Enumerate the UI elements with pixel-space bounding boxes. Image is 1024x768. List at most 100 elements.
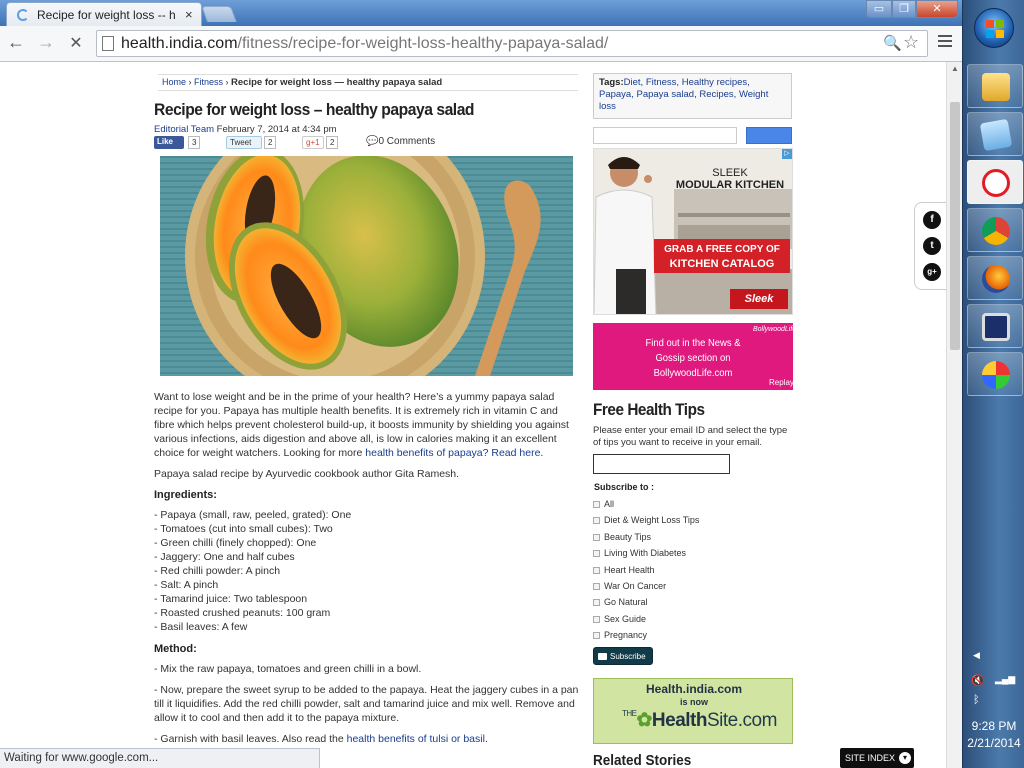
menu-icon[interactable]	[938, 35, 952, 50]
windows-start-icon[interactable]	[974, 8, 1014, 48]
author-link[interactable]: Editorial Team	[154, 124, 214, 135]
byline: Editorial Team February 7, 2014 at 4:34 …	[154, 124, 337, 135]
ingredients-heading: Ingredients:	[154, 489, 217, 501]
papaya-benefits-link[interactable]: health benefits of papaya? Read here	[365, 447, 540, 459]
option-all[interactable]: All	[593, 498, 793, 514]
checkbox[interactable]	[593, 517, 600, 525]
breadcrumb-home[interactable]: Home	[162, 77, 186, 87]
publish-date: February 7, 2014 at 4:34 pm	[214, 124, 337, 135]
envelope-icon	[598, 653, 607, 660]
file-explorer-icon[interactable]	[967, 64, 1023, 108]
scroll-thumb[interactable]	[950, 102, 960, 350]
ingredients-list: - Papaya (small, raw, peeled, grated): O…	[154, 508, 580, 634]
bluetooth-icon[interactable]: ᛒ	[973, 694, 980, 706]
method-step: - Mix the raw papaya, tomatoes and green…	[154, 663, 422, 675]
page-scrollbar[interactable]: ▲	[946, 62, 962, 768]
option-sex-guide[interactable]: Sex Guide	[593, 613, 793, 629]
checkbox[interactable]	[593, 533, 600, 541]
banner-line1: Health.india.com	[645, 682, 743, 696]
remote-desktop-icon[interactable]	[967, 304, 1023, 348]
bollywoodlife-ad[interactable]: BollywoodLife Find out in the News & Gos…	[593, 323, 796, 390]
google-plus-count: 2	[326, 136, 339, 149]
google-plus-button[interactable]: g+1	[302, 136, 324, 149]
option-pregnancy[interactable]: Pregnancy	[593, 629, 793, 645]
tags-list[interactable]: Diet, Fitness, Healthy recipes, Papaya, …	[599, 77, 768, 112]
ad-line2: MODULAR KITCHEN	[675, 179, 785, 191]
url-text[interactable]: health.india.com/fitness/recipe-for-weig…	[121, 35, 608, 53]
subscribe-label: Subscribe	[610, 652, 646, 661]
checkbox[interactable]	[593, 550, 600, 558]
back-arrow-icon[interactable]: ←	[4, 32, 28, 53]
search-button[interactable]	[746, 127, 792, 144]
breadcrumb-current: Recipe for weight loss — healthy papaya …	[231, 77, 443, 88]
bookmark-star-icon[interactable]: ☆	[903, 32, 919, 53]
checkbox[interactable]	[593, 615, 600, 623]
ingredient-item: - Green chilli (finely chopped): One	[154, 537, 317, 549]
method-end: .	[484, 733, 488, 745]
tulsi-benefits-link[interactable]: health benefits of tulsi or basil	[347, 733, 485, 745]
tags-box: Tags:Diet, Fitness, Healthy recipes, Pap…	[593, 73, 792, 119]
stop-loading-icon[interactable]: ✕	[64, 33, 88, 53]
option-label: Heart Health	[604, 564, 655, 575]
breadcrumb-fitness[interactable]: Fitness	[194, 77, 223, 87]
facebook-icon[interactable]: f	[923, 211, 941, 229]
close-window-button[interactable]: ✕	[916, 0, 958, 18]
chrome-logo-icon	[982, 217, 1010, 245]
minimize-button[interactable]: ▭	[866, 0, 892, 18]
checkbox[interactable]	[593, 599, 600, 607]
paint-icon[interactable]	[967, 352, 1023, 396]
option-cancer[interactable]: War On Cancer	[593, 580, 793, 596]
tab-close-icon[interactable]: ×	[185, 7, 193, 22]
email-field[interactable]	[593, 454, 730, 474]
logo-site: Site.com	[707, 710, 777, 731]
scroll-up-icon[interactable]: ▲	[951, 64, 959, 73]
signal-bars-icon[interactable]: ▂▄▆	[995, 674, 1015, 685]
option-diet[interactable]: Diet & Weight Loss Tips	[593, 514, 793, 530]
option-heart[interactable]: Heart Health	[593, 564, 793, 580]
option-diabetes[interactable]: Living With Diabetes	[593, 547, 793, 563]
address-bar[interactable]: health.india.com/fitness/recipe-for-weig…	[96, 30, 928, 57]
option-label: Living With Diabetes	[604, 548, 687, 559]
tray-expand-icon[interactable]: ◀	[973, 650, 980, 661]
loading-spinner-icon	[17, 9, 29, 21]
comments-link[interactable]: 💬0 Comments	[366, 136, 435, 147]
chrome-icon[interactable]	[967, 208, 1023, 252]
maximize-button[interactable]: ❐	[892, 0, 916, 18]
browser-toolbar: ← → ✕ health.india.com/fitness/recipe-fo…	[0, 26, 962, 62]
twitter-icon[interactable]: t	[923, 237, 941, 255]
forward-arrow-icon[interactable]: →	[34, 32, 58, 53]
new-tab-button[interactable]	[201, 6, 237, 22]
checkbox[interactable]	[593, 632, 600, 640]
free-health-tips-heading: Free Health Tips	[593, 400, 705, 419]
ingredient-item: - Roasted crushed peanuts: 100 gram	[154, 607, 331, 619]
leaf-icon: ✿	[636, 710, 653, 731]
tab-recipe[interactable]: Recipe for weight loss -- h ×	[6, 2, 202, 26]
option-beauty[interactable]: Beauty Tips	[593, 531, 793, 547]
subscribe-button[interactable]: Subscribe	[593, 647, 653, 665]
sleek-logo: Sleek	[730, 289, 788, 309]
replay-button[interactable]: Replay	[769, 378, 794, 387]
checkbox[interactable]	[593, 566, 600, 574]
search-icon[interactable]: 🔍	[883, 34, 902, 52]
tweet-button[interactable]: Tweet	[226, 136, 262, 149]
healthsite-banner[interactable]: Health.india.com is now THE✿HealthSite.c…	[593, 678, 793, 744]
firefox-icon[interactable]	[967, 256, 1023, 300]
volume-muted-icon[interactable]: 🔇	[971, 674, 985, 687]
search-input[interactable]	[593, 127, 737, 144]
notepad-icon[interactable]	[967, 112, 1023, 156]
logo-health: Health	[651, 710, 708, 731]
tab-title: Recipe for weight loss -- h	[37, 8, 176, 22]
facebook-like-button[interactable]: Like	[154, 136, 184, 149]
method-step-partial: - Garnish with basil leaves. Also read t…	[154, 732, 580, 746]
ad-cta-line1: GRAB A FREE COPY OF	[664, 244, 780, 255]
checkbox[interactable]	[593, 501, 600, 508]
airtel-icon[interactable]	[967, 160, 1023, 204]
option-natural[interactable]: Go Natural	[593, 596, 793, 612]
checkbox[interactable]	[593, 582, 600, 590]
sleek-kitchen-ad[interactable]: ▷ SLEEK MODULAR KITCHEN GRAB A FREE COPY …	[593, 148, 793, 315]
site-index-button[interactable]: SITE INDEX ▾	[840, 748, 914, 768]
notebook-icon	[979, 118, 1013, 152]
ad-cta[interactable]: GRAB A FREE COPY OF KITCHEN CATALOG	[654, 239, 790, 273]
google-plus-icon[interactable]: g+	[923, 263, 941, 281]
system-clock[interactable]: 9:28 PM 2/21/2014	[963, 718, 1024, 752]
